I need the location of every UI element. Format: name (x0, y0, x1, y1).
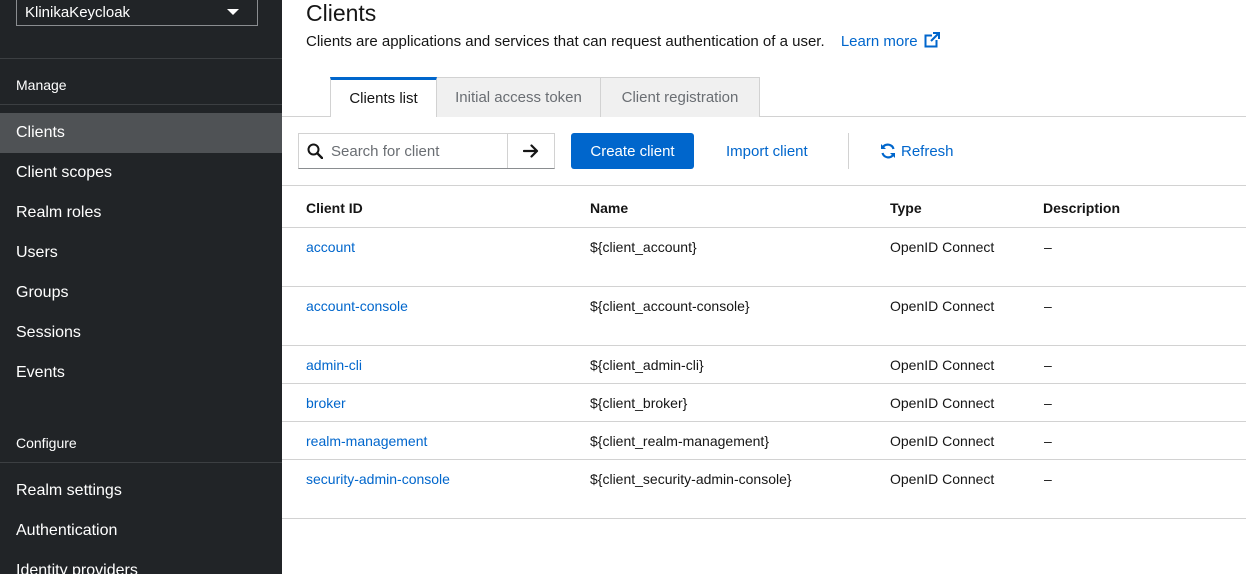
table-top-border (282, 185, 1246, 186)
client-id-link[interactable]: security-admin-console (306, 471, 450, 487)
description-text: Clients are applications and services th… (306, 33, 825, 50)
client-id-link[interactable]: admin-cli (306, 357, 362, 373)
client-type: OpenID Connect (890, 357, 995, 373)
client-description: – (1044, 298, 1052, 314)
tab-client-registration[interactable]: Client registration (601, 77, 760, 117)
sidebar-item-users[interactable]: Users (0, 233, 282, 273)
refresh-label: Refresh (901, 142, 954, 160)
tab-clients-list[interactable]: Clients list (330, 77, 437, 117)
import-client-button[interactable]: Import client (726, 133, 808, 169)
sidebar-divider (0, 462, 282, 463)
learn-more-label: Learn more (840, 33, 918, 50)
page-description: Clients are applications and services th… (306, 32, 940, 50)
column-header-type: Type (890, 200, 922, 216)
client-name: ${client_account-console} (590, 298, 750, 314)
table-row: admin-cli ${client_admin-cli} OpenID Con… (282, 346, 1246, 384)
client-description: – (1044, 239, 1052, 255)
table-row: security-admin-console ${client_security… (282, 460, 1246, 519)
client-type: OpenID Connect (890, 395, 995, 411)
sidebar-item-authentication[interactable]: Authentication (0, 511, 282, 551)
table-row: realm-management ${client_realm-manageme… (282, 422, 1246, 460)
client-name: ${client_broker} (590, 395, 688, 411)
client-type: OpenID Connect (890, 298, 995, 314)
client-id-link[interactable]: realm-management (306, 433, 427, 449)
sidebar-item-groups[interactable]: Groups (0, 273, 282, 313)
main-content: Clients Clients are applications and ser… (282, 0, 1246, 574)
sidebar-item-client-scopes[interactable]: Client scopes (0, 153, 282, 193)
client-id-link[interactable]: account (306, 239, 355, 255)
sidebar-item-sessions[interactable]: Sessions (0, 313, 282, 353)
refresh-button[interactable]: Refresh (880, 133, 954, 169)
toolbar-separator (848, 133, 849, 169)
client-description: – (1044, 357, 1052, 373)
external-link-icon (924, 32, 940, 48)
search-box (298, 133, 555, 169)
client-type: OpenID Connect (890, 239, 995, 255)
client-name: ${client_realm-management} (590, 433, 769, 449)
arrow-right-icon (523, 144, 539, 158)
client-description: – (1044, 433, 1052, 449)
sidebar-divider (0, 104, 282, 105)
client-description: – (1044, 395, 1052, 411)
realm-selector[interactable]: KlinikaKeycloak (16, 0, 258, 26)
page-title: Clients (306, 0, 377, 26)
client-name: ${client_security-admin-console} (590, 471, 792, 487)
caret-down-icon (227, 9, 239, 15)
search-input[interactable] (331, 142, 507, 160)
sidebar-section-manage: Manage (16, 77, 67, 93)
sidebar-item-identity-providers[interactable]: Identity providers (0, 551, 282, 574)
sidebar-item-clients[interactable]: Clients (0, 113, 282, 153)
realm-name: KlinikaKeycloak (25, 3, 131, 21)
sidebar-divider (0, 58, 282, 59)
refresh-icon (881, 143, 895, 159)
column-header-name: Name (590, 200, 629, 216)
table-row: account-console ${client_account-console… (282, 287, 1246, 346)
client-id-link[interactable]: account-console (306, 298, 408, 314)
column-header-description: Description (1043, 200, 1121, 216)
client-type: OpenID Connect (890, 471, 995, 487)
client-name: ${client_account} (590, 239, 697, 255)
table-row: broker ${client_broker} OpenID Connect – (282, 384, 1246, 422)
client-name: ${client_admin-cli} (590, 357, 704, 373)
sidebar-item-events[interactable]: Events (0, 353, 282, 393)
tab-initial-access-token[interactable]: Initial access token (437, 77, 601, 117)
learn-more-link[interactable]: Learn more (840, 32, 940, 50)
client-description: – (1044, 471, 1052, 487)
create-client-button[interactable]: Create client (571, 133, 694, 169)
sidebar: KlinikaKeycloak Manage Clients Client sc… (0, 0, 282, 574)
sidebar-section-configure: Configure (16, 435, 77, 451)
search-icon (299, 143, 331, 159)
sidebar-item-realm-roles[interactable]: Realm roles (0, 193, 282, 233)
search-submit-button[interactable] (507, 134, 554, 168)
client-id-link[interactable]: broker (306, 395, 346, 411)
table-row: account ${client_account} OpenID Connect… (282, 228, 1246, 287)
column-header-client-id: Client ID (306, 200, 363, 216)
sidebar-item-realm-settings[interactable]: Realm settings (0, 471, 282, 511)
client-type: OpenID Connect (890, 433, 995, 449)
